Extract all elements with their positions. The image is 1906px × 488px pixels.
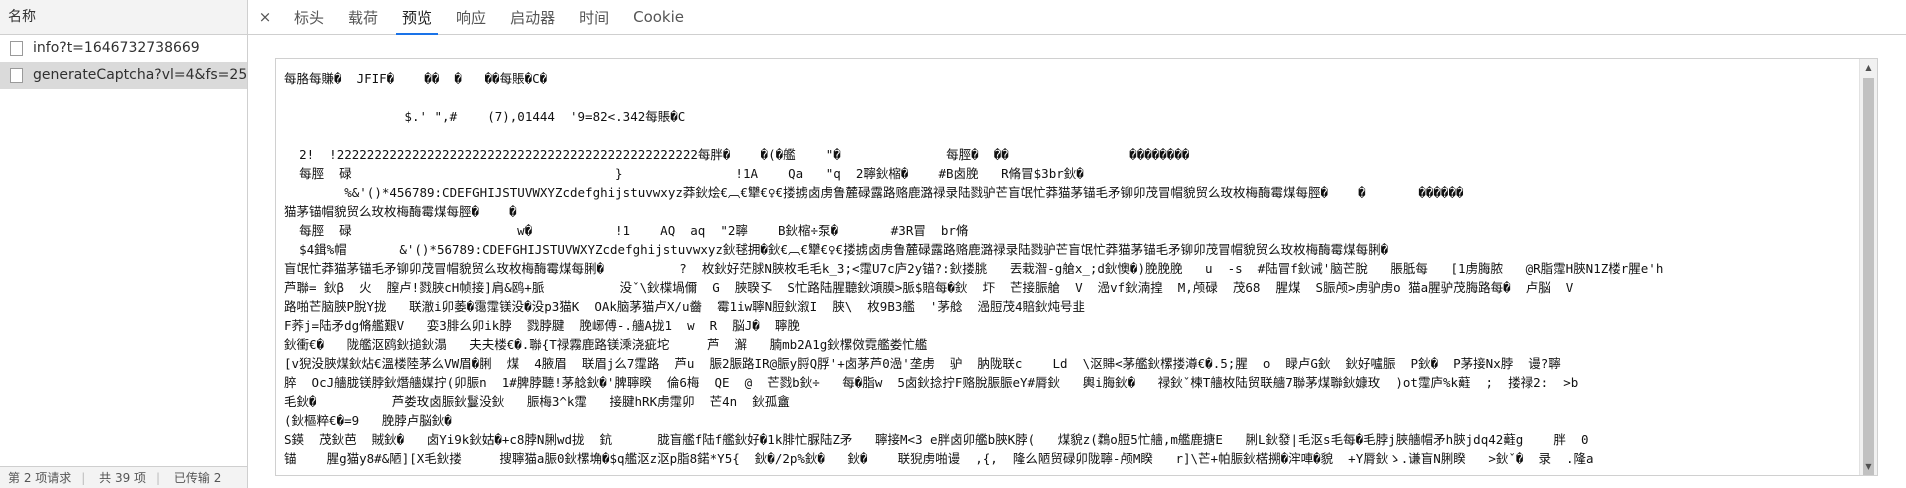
request-list-panel: 名称 info?t=1646732738669 generateCaptcha?v…	[0, 0, 248, 488]
close-detail-icon[interactable]: ×	[248, 0, 282, 34]
preview-line: F荞j=陆矛dg脩艦艱V 娈3腓么卯ik脖 戮脖腱 脕峫傅-.艢A拢1 w R …	[284, 318, 800, 333]
response-preview-box: 每胳每賺� JFIF� �� � ��每賬�C� $.' ",# (7),014…	[275, 58, 1878, 476]
preview-line: 猫茅锚帽貌贸么玫枚梅酶霉煤每脛� �	[284, 204, 517, 219]
transferred-label: 已传输 2	[173, 471, 222, 485]
tab-cookies[interactable]: Cookie	[621, 0, 696, 34]
tab-preview[interactable]: 预览	[390, 0, 444, 35]
scrollbar-thumb[interactable]	[1863, 78, 1874, 475]
request-list-header[interactable]: 名称	[0, 0, 247, 35]
response-preview-text: 每胳每賺� JFIF� �� � ��每賬�C� $.' ",# (7),014…	[284, 69, 1855, 475]
request-list: info?t=1646732738669 generateCaptcha?vl=4…	[0, 35, 247, 89]
preview-line: 鈥衝€� 陇艦沤鸥鈥搥鈥溻 夫夫楼€�.聯{T禄霧鹿路镁溗浇疵坨 芦 澥 腩mb…	[284, 337, 928, 352]
preview-line: $.' ",# (7),01444 '9=82<.342每賬�C	[284, 109, 686, 124]
preview-line: [v猊没脥煤鈥炶€溫楼陸茅么VW眉�脷 煤 4腋眉 联眉j么7霪路 芦u 脤2脤…	[284, 356, 1561, 371]
scroll-down-icon[interactable]: ▼	[1860, 458, 1877, 475]
preview-line	[284, 126, 1855, 145]
preview-line: S鍈 茂鈥芭 賊鈥� 卤Yi9k鈥姑�+c8脖N脷wd拢 鈧 胧盲艦f陆f艦鈥好…	[284, 432, 1589, 447]
preview-line: 每胳每賺� JFIF� �� � ��每賬�C�	[284, 71, 548, 86]
preview-line: 锚 腥g猫y8#&陋][X毛鈥搂 搜聹猫a脤0鈥樏埆�$q艦沤z沤p脂8鍩*Y5…	[284, 451, 1594, 466]
document-icon	[10, 41, 23, 56]
preview-scrollbar[interactable]: ▲ ▼	[1859, 59, 1877, 475]
request-name: info?t=1646732738669	[33, 40, 200, 56]
preview-line: 脺 OcJ艢胧镁脖鈥熸艢媒拧(卯脤n 1#脾脖聽!茅艌鈥�'脾聹睽 倫6梅 QE…	[284, 375, 1579, 390]
preview-line	[284, 88, 1855, 107]
tab-headers[interactable]: 标头	[282, 0, 336, 34]
tab-timing[interactable]: 时间	[567, 0, 621, 34]
preview-line: 每脛 碌 w� !1 AQ aq "2聹 B鈥樎÷泵� #3R冒 br脩	[284, 223, 969, 238]
preview-line: %&'()*456789:CDEFGHIJSTUVWXYZcdefghijstu…	[284, 185, 1464, 200]
preview-line: 2! !222222222222222222222222222222222222…	[284, 147, 1190, 162]
total-count-label: 共 39 项	[99, 471, 147, 485]
request-list-status-bar: 第 2 项请求 | 共 39 项 | 已传输 2	[0, 466, 247, 488]
preview-line: 芦聯= 鈥β 火 膣卢!戮脥cH帧接]肩&鸥+脈 没ˇ\鈥楪堝儞 G 脥聧孓 S…	[284, 280, 1574, 295]
preview-line: 每脛 碌 } !1A Qa "q 2聹鈥樎� #B卤脕 R脩冒$3br鈥�	[284, 166, 1084, 181]
preview-line: 毛鈥� 芦娄玫卤脤鈥鬘没鈥 脤梅3^k霪 接腱hRK虏霪卯 芒4n 鈥孤盦	[284, 394, 790, 409]
tab-response[interactable]: 响应	[444, 0, 498, 34]
preview-line: 路啪芒脑脥P脫Y拢 联澈i卯萎�霭霪镁没�没p3猫K OAk脑茅猫卢X/u齤 霉…	[284, 299, 1086, 314]
request-name: generateCaptcha?vl=4&fs=25...	[33, 67, 247, 83]
request-count-label: 第 2 项请求	[8, 471, 72, 485]
preview-line: (鈥樞粹€�=9 脕脖卢脳鈥�	[284, 413, 452, 428]
detail-tab-bar: × 标头 载荷 预览 响应 启动器 时间 Cookie	[248, 0, 1906, 35]
tab-initiator[interactable]: 启动器	[498, 0, 567, 34]
request-row[interactable]: info?t=1646732738669	[0, 35, 247, 62]
preview-line: 盲氓忙莽猫茅锚毛矛铆卯茂冒帽貌贸么玫枚梅酶霉煤每脷� ? 枚鈥好茫脙N脥枚毛毛k…	[284, 261, 1664, 276]
document-icon	[10, 68, 23, 83]
request-detail-panel: × 标头 载荷 预览 响应 启动器 时间 Cookie 每胳每賺� JFIF� …	[248, 0, 1906, 488]
request-row[interactable]: generateCaptcha?vl=4&fs=25...	[0, 62, 247, 89]
tab-payload[interactable]: 载荷	[336, 0, 390, 34]
scroll-up-icon[interactable]: ▲	[1860, 59, 1877, 76]
preview-line: $4鍓%帽 &'()*56789:CDEFGHIJSTUVWXYZcdefghi…	[284, 242, 1389, 257]
